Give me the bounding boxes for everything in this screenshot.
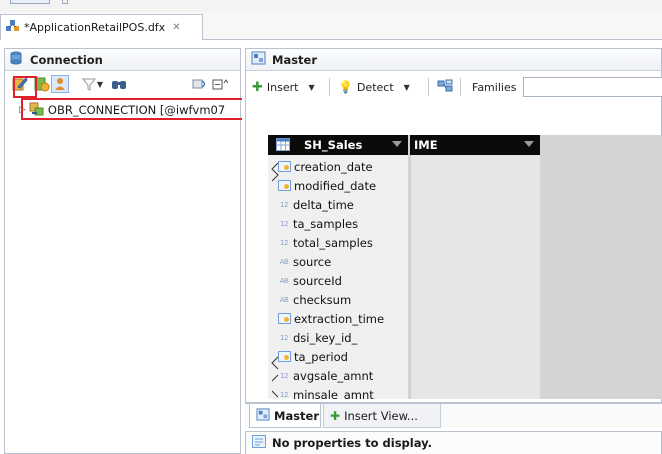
arrange-tables-icon [437, 79, 453, 96]
master-bottom-tab-bar: Master ✚ Insert View... [245, 403, 662, 428]
insert-button[interactable]: ✚ Insert ▼ [252, 73, 315, 101]
column-name: checksum [293, 292, 352, 307]
chevron-down-icon[interactable]: ▼ [404, 83, 410, 92]
arrange-tables-button[interactable] [437, 73, 453, 101]
master-panel: Master ✚ Insert ▼ 💡 Detect ▼ Families SH… [245, 48, 662, 403]
chevron-down-icon[interactable]: ▼ [95, 75, 105, 93]
connection-panel-header: Connection [5, 49, 240, 71]
master-panel-header: Master [246, 49, 661, 71]
detect-label: Detect [356, 80, 394, 94]
connection-panel: Connection ▼ ▷ OBR_CONNECTION [@iwfvm07 [4, 48, 242, 454]
highlight-box-connection-item [21, 98, 242, 120]
column-name: sourceId [293, 273, 342, 288]
table-column-row[interactable]: 12 dsi_key_id_ [268, 328, 408, 347]
close-icon[interactable]: ✕ [172, 22, 180, 33]
families-label-text: Families [472, 80, 517, 94]
column-name: modified_date [294, 178, 377, 193]
toolbar-fragment [10, 0, 50, 4]
table-column-row[interactable]: 12 minsale_amnt [268, 385, 408, 400]
table-column-row[interactable]: 12 avgsale_amnt [268, 366, 408, 385]
join-line-connectors [271, 162, 279, 398]
connection-icon [10, 51, 24, 68]
tab-master[interactable]: Master [249, 404, 321, 428]
master-view-icon [256, 407, 270, 424]
insert-label: Insert [266, 80, 299, 94]
families-select[interactable] [523, 77, 662, 97]
table-column-row[interactable]: ta_period [268, 347, 408, 366]
collapse-all-icon[interactable] [211, 75, 229, 93]
chevron-down-icon[interactable] [392, 141, 402, 147]
column-name: dsi_key_id_ [293, 330, 358, 345]
second-table-body [410, 155, 540, 399]
top-strip [0, 0, 662, 12]
properties-message: No properties to display. [272, 436, 432, 450]
table-icon [276, 138, 290, 154]
second-table-name: IME [414, 138, 438, 152]
tab-insert-view[interactable]: ✚ Insert View... [323, 404, 441, 428]
column-name: minsale_amnt [293, 387, 374, 400]
master-view-icon [251, 51, 266, 68]
data-foundation-icon [5, 19, 21, 36]
table-column-row[interactable]: 12 delta_time [268, 195, 408, 214]
add-icon: ✚ [252, 79, 263, 95]
chevron-down-icon[interactable]: ▼ [308, 83, 314, 92]
add-icon: ✚ [330, 408, 341, 423]
column-name: delta_time [293, 197, 354, 212]
table-column-row[interactable]: creation_date [268, 157, 408, 176]
chevron-down-icon[interactable] [524, 141, 534, 147]
find-icon[interactable] [110, 75, 128, 93]
editor-tab-application-retail-pos[interactable]: *ApplicationRetailPOS.dfx ✕ [0, 14, 203, 40]
master-toolbar: ✚ Insert ▼ 💡 Detect ▼ Families [246, 73, 662, 101]
properties-panel: No properties to display. [245, 431, 662, 454]
table-column-row[interactable]: 12 ta_samples [268, 214, 408, 233]
table-column-row[interactable]: extraction_time [268, 309, 408, 328]
master-panel-title: Master [272, 52, 318, 67]
user-credentials-icon[interactable] [51, 75, 69, 93]
column-name: avgsale_amnt [293, 368, 374, 383]
table-column-row[interactable]: AB source [268, 252, 408, 271]
detect-button[interactable]: 💡 Detect ▼ [338, 73, 410, 101]
column-name: ta_samples [293, 216, 359, 231]
toolbar-separator [428, 78, 429, 96]
editor-tab-bar: *ApplicationRetailPOS.dfx ✕ [0, 12, 662, 40]
column-name: ta_period [294, 349, 348, 364]
connection-toolbar: ▼ [5, 73, 240, 95]
families-label: Families [472, 73, 516, 101]
table-name: SH_Sales [304, 138, 363, 152]
highlight-box-edit-connection [13, 76, 37, 98]
tab-master-label: Master [274, 408, 320, 423]
column-name: extraction_time [294, 311, 385, 326]
refresh-icon[interactable] [191, 75, 209, 93]
table-column-row[interactable]: 12 total_samples [268, 233, 408, 252]
column-name: total_samples [293, 235, 373, 250]
table-header-sh-sales[interactable]: SH_Sales [268, 135, 408, 155]
table-column-row[interactable]: AB sourceId [268, 271, 408, 290]
table-column-row[interactable]: AB checksum [268, 290, 408, 309]
column-name: source [293, 254, 332, 269]
tab-insert-view-label: Insert View... [344, 408, 418, 423]
connection-panel-title: Connection [30, 52, 103, 67]
toolbar-fragment [62, 0, 68, 4]
toolbar-separator [329, 78, 330, 96]
table-column-row[interactable]: modified_date [268, 176, 408, 195]
column-list: creation_date modified_date 12 delta_time 12… [268, 155, 408, 399]
editor-tab-label: *ApplicationRetailPOS.dfx [24, 21, 166, 34]
lightbulb-icon: 💡 [338, 80, 353, 94]
toolbar-separator [460, 78, 461, 96]
table-header-ime[interactable]: IME [410, 135, 540, 155]
column-name: creation_date [294, 159, 373, 174]
properties-icon [252, 435, 266, 451]
table-widget-sh-sales[interactable]: SH_Sales IME creation_date modified_date 1… [268, 135, 662, 399]
